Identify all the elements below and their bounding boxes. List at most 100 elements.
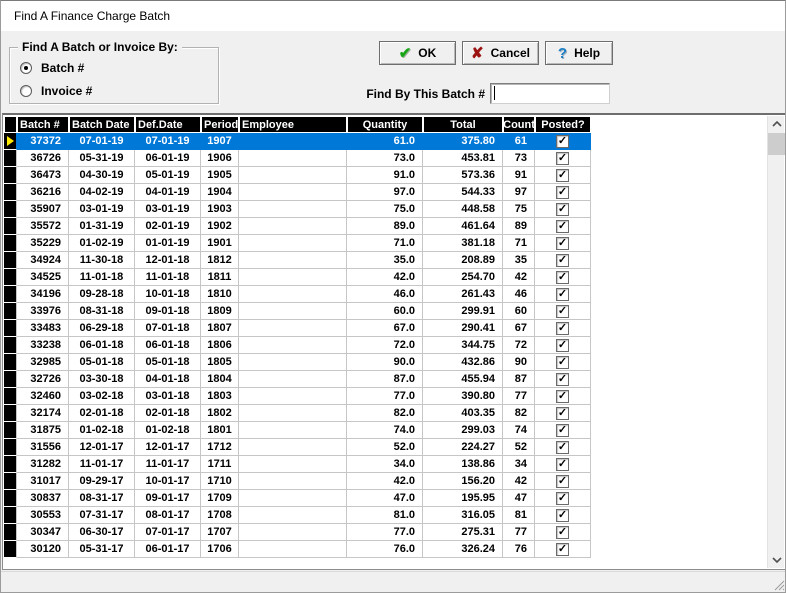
table-row[interactable]: 31875 01-02-18 01-02-18 1801 74.0 299.03…: [4, 422, 591, 439]
table-row[interactable]: 32460 03-02-18 03-01-18 1803 77.0 390.80…: [4, 388, 591, 405]
header-batch-number[interactable]: Batch #: [17, 116, 69, 133]
table-row[interactable]: 32985 05-01-18 05-01-18 1805 90.0 432.86…: [4, 354, 591, 371]
cell-batch-number: 37372: [17, 133, 69, 150]
header-batch-date[interactable]: Batch Date: [69, 116, 135, 133]
table-row[interactable]: 31556 12-01-17 12-01-17 1712 52.0 224.27…: [4, 439, 591, 456]
table-row[interactable]: 34196 09-28-18 10-01-18 1810 46.0 261.43…: [4, 286, 591, 303]
cell-def-date: 08-01-17: [135, 507, 201, 524]
header-employee[interactable]: Employee: [239, 116, 347, 133]
ok-button[interactable]: ✔ OK: [379, 41, 456, 65]
row-indicator: [4, 133, 17, 150]
cell-period: 1812: [201, 252, 239, 269]
cell-batch-date: 01-31-19: [69, 218, 135, 235]
cell-posted: ✓: [535, 473, 591, 490]
posted-checkbox: ✓: [556, 270, 569, 284]
radio-batch-number[interactable]: Batch #: [20, 60, 84, 75]
row-indicator: [4, 218, 17, 235]
title-bar[interactable]: Find A Finance Charge Batch: [1, 1, 785, 31]
cell-def-date: 03-01-19: [135, 201, 201, 218]
cell-batch-number: 32985: [17, 354, 69, 371]
table-row[interactable]: 36726 05-31-19 06-01-19 1906 73.0 453.81…: [4, 150, 591, 167]
table-row[interactable]: 30837 08-31-17 09-01-17 1709 47.0 195.95…: [4, 490, 591, 507]
header-def-date[interactable]: Def.Date: [135, 116, 201, 133]
row-indicator: [4, 252, 17, 269]
cell-total: 375.80: [423, 133, 503, 150]
cancel-button[interactable]: ✘ Cancel: [462, 41, 539, 65]
header-indicator: [4, 116, 17, 133]
cell-total: 390.80: [423, 388, 503, 405]
vertical-scrollbar[interactable]: [767, 116, 785, 568]
table-row[interactable]: 32726 03-30-18 04-01-18 1804 87.0 455.94…: [4, 371, 591, 388]
header-period[interactable]: Period: [201, 116, 239, 133]
header-total[interactable]: Total: [423, 116, 503, 133]
check-icon: ✔: [398, 44, 412, 62]
cell-count: 74: [503, 422, 535, 439]
cell-batch-date: 01-02-18: [69, 422, 135, 439]
cell-batch-date: 01-02-19: [69, 235, 135, 252]
cancel-button-label: Cancel: [490, 46, 530, 60]
cell-quantity: 72.0: [347, 337, 423, 354]
table-row[interactable]: 34924 11-30-18 12-01-18 1812 35.0 208.89…: [4, 252, 591, 269]
table-row[interactable]: 30347 06-30-17 07-01-17 1707 77.0 275.31…: [4, 524, 591, 541]
cell-batch-date: 03-02-18: [69, 388, 135, 405]
cell-employee: [239, 456, 347, 473]
cell-posted: ✓: [535, 388, 591, 405]
horizontal-scrollbar-track[interactable]: [1, 571, 785, 592]
cell-def-date: 05-01-18: [135, 354, 201, 371]
find-by-batch-input[interactable]: [490, 83, 610, 104]
row-indicator: [4, 405, 17, 422]
cell-total: 138.86: [423, 456, 503, 473]
cell-posted: ✓: [535, 456, 591, 473]
cell-count: 42: [503, 269, 535, 286]
table-row[interactable]: 30553 07-31-17 08-01-17 1708 81.0 316.05…: [4, 507, 591, 524]
header-posted[interactable]: Posted?: [535, 116, 591, 133]
table-row[interactable]: 36473 04-30-19 05-01-19 1905 91.0 573.36…: [4, 167, 591, 184]
table-row[interactable]: 33483 06-29-18 07-01-18 1807 67.0 290.41…: [4, 320, 591, 337]
table-row[interactable]: 34525 11-01-18 11-01-18 1811 42.0 254.70…: [4, 269, 591, 286]
scroll-up-button[interactable]: [768, 116, 785, 132]
cell-count: 76: [503, 541, 535, 558]
scroll-down-button[interactable]: [768, 552, 785, 568]
posted-checkbox: ✓: [556, 372, 569, 386]
cell-batch-date: 05-31-17: [69, 541, 135, 558]
cell-period: 1806: [201, 337, 239, 354]
table-row[interactable]: 35229 01-02-19 01-01-19 1901 71.0 381.18…: [4, 235, 591, 252]
resize-grip-icon[interactable]: [771, 577, 785, 591]
header-quantity[interactable]: Quantity: [347, 116, 423, 133]
cell-employee: [239, 167, 347, 184]
table-row[interactable]: 32174 02-01-18 02-01-18 1802 82.0 403.35…: [4, 405, 591, 422]
cell-quantity: 77.0: [347, 388, 423, 405]
table-row[interactable]: 33976 08-31-18 09-01-18 1809 60.0 299.91…: [4, 303, 591, 320]
cell-period: 1903: [201, 201, 239, 218]
cell-def-date: 11-01-18: [135, 269, 201, 286]
table-row[interactable]: 33238 06-01-18 06-01-18 1806 72.0 344.75…: [4, 337, 591, 354]
table-row[interactable]: 31282 11-01-17 11-01-17 1711 34.0 138.86…: [4, 456, 591, 473]
groupbox-caption: Find A Batch or Invoice By:: [18, 40, 182, 54]
posted-checkbox: ✓: [556, 389, 569, 403]
cell-posted: ✓: [535, 150, 591, 167]
row-indicator: [4, 422, 17, 439]
row-indicator: [4, 524, 17, 541]
table-row[interactable]: 31017 09-29-17 10-01-17 1710 42.0 156.20…: [4, 473, 591, 490]
table-row[interactable]: 35907 03-01-19 03-01-19 1903 75.0 448.58…: [4, 201, 591, 218]
posted-checkbox: ✓: [556, 287, 569, 301]
cell-employee: [239, 218, 347, 235]
help-button[interactable]: ? Help: [545, 41, 613, 65]
cell-quantity: 71.0: [347, 235, 423, 252]
cell-employee: [239, 405, 347, 422]
table-row[interactable]: 30120 05-31-17 06-01-17 1706 76.0 326.24…: [4, 541, 591, 558]
cell-batch-date: 06-01-18: [69, 337, 135, 354]
radio-invoice-number[interactable]: Invoice #: [20, 83, 92, 98]
cell-count: 75: [503, 201, 535, 218]
table-row[interactable]: 37372 07-01-19 07-01-19 1907 61.0 375.80…: [4, 133, 591, 150]
cell-posted: ✓: [535, 133, 591, 150]
scrollbar-thumb[interactable]: [768, 133, 785, 155]
table-row[interactable]: 36216 04-02-19 04-01-19 1904 97.0 544.33…: [4, 184, 591, 201]
posted-checkbox: ✓: [556, 185, 569, 199]
cell-count: 77: [503, 388, 535, 405]
cell-batch-date: 04-30-19: [69, 167, 135, 184]
table-row[interactable]: 35572 01-31-19 02-01-19 1902 89.0 461.64…: [4, 218, 591, 235]
header-count[interactable]: Count: [503, 116, 535, 133]
cell-def-date: 03-01-18: [135, 388, 201, 405]
cell-posted: ✓: [535, 201, 591, 218]
